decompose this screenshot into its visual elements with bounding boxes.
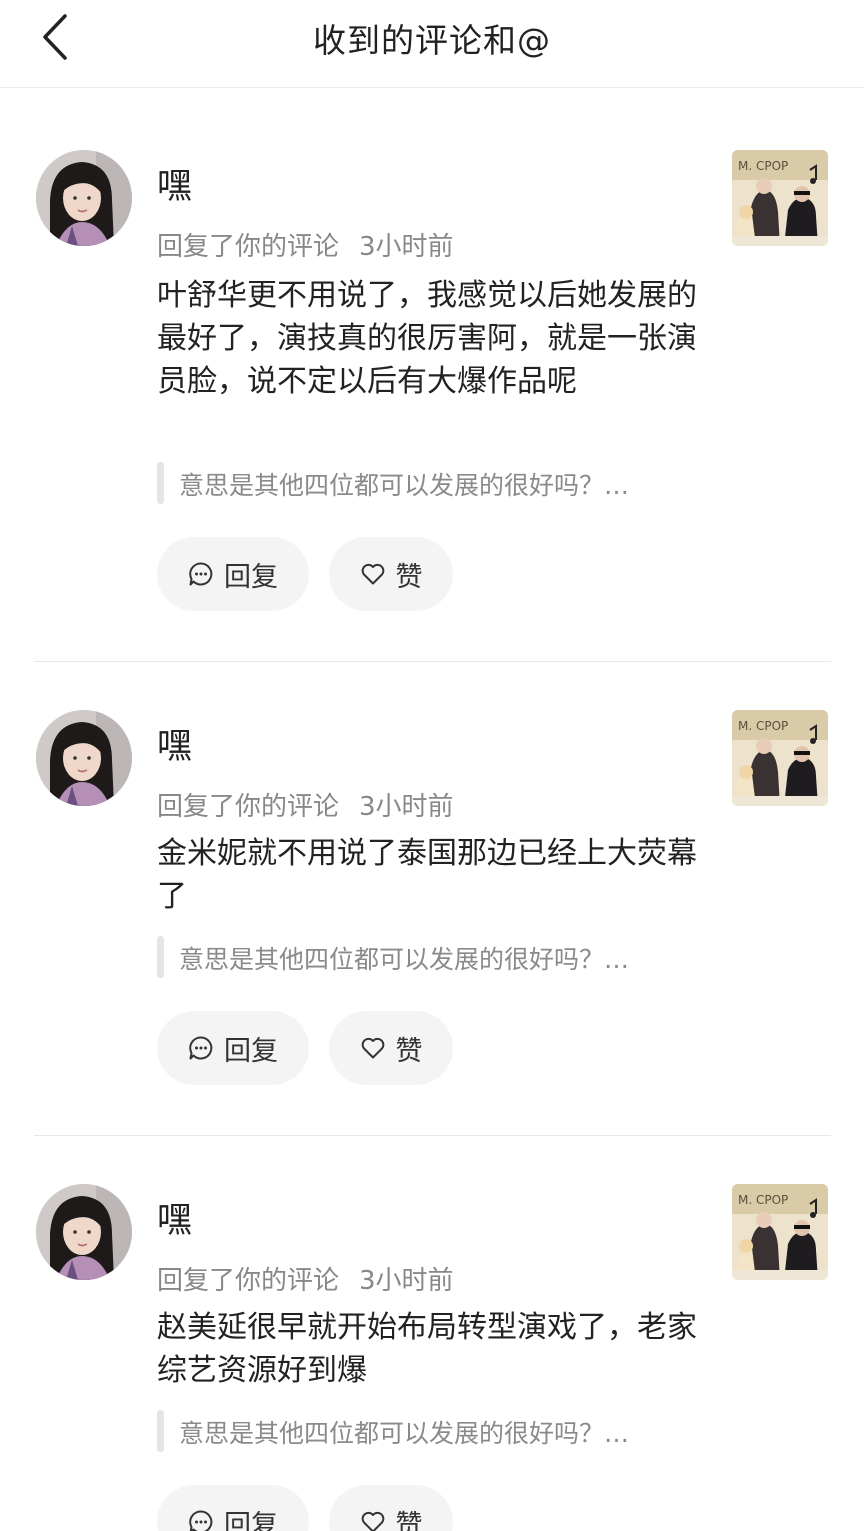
username[interactable]: 嘿 xyxy=(157,158,192,209)
post-thumbnail[interactable]: M. CPOP xyxy=(732,710,828,806)
comment-text[interactable]: 赵美延很早就开始布局转型演戏了，老家综艺资源好到爆 xyxy=(157,1306,702,1392)
like-button[interactable]: 赞 xyxy=(329,1485,453,1531)
quoted-comment[interactable]: 意思是其他四位都可以发展的很好吗？… xyxy=(157,462,717,504)
quoted-comment[interactable]: 意思是其他四位都可以发展的很好吗？… xyxy=(157,1410,717,1452)
svg-text:M. CPOP: M. CPOP xyxy=(738,719,788,733)
like-label: 赞 xyxy=(395,1509,423,1531)
comment-meta: 回复了你的评论 3小时前 xyxy=(157,226,454,263)
like-button[interactable]: 赞 xyxy=(329,1011,453,1085)
avatar[interactable] xyxy=(36,1184,132,1280)
quote-text: 意思是其他四位都可以发展的很好吗？… xyxy=(179,471,630,500)
timestamp: 3小时前 xyxy=(359,792,454,822)
svg-text:M. CPOP: M. CPOP xyxy=(738,159,788,173)
svg-text:M. CPOP: M. CPOP xyxy=(738,1193,788,1207)
quote-text: 意思是其他四位都可以发展的很好吗？… xyxy=(179,945,630,974)
reply-label: 回复 xyxy=(224,1509,278,1531)
comment-meta: 回复了你的评论 3小时前 xyxy=(157,1260,454,1297)
username[interactable]: 嘿 xyxy=(157,1192,192,1243)
like-label: 赞 xyxy=(395,561,423,593)
quote-bar xyxy=(157,936,164,978)
quote-bar xyxy=(157,1410,164,1452)
chat-bubble-icon xyxy=(188,1509,214,1531)
action-text: 回复了你的评论 xyxy=(157,1266,340,1296)
username[interactable]: 嘿 xyxy=(157,718,192,769)
like-label: 赞 xyxy=(395,1035,423,1067)
comment-meta: 回复了你的评论 3小时前 xyxy=(157,786,454,823)
quote-text: 意思是其他四位都可以发展的很好吗？… xyxy=(179,1419,630,1448)
timestamp: 3小时前 xyxy=(359,232,454,262)
quoted-comment[interactable]: 意思是其他四位都可以发展的很好吗？… xyxy=(157,936,717,978)
timestamp: 3小时前 xyxy=(359,1266,454,1296)
action-text: 回复了你的评论 xyxy=(157,792,340,822)
chat-bubble-icon xyxy=(188,561,214,587)
reply-button[interactable]: 回复 xyxy=(157,1485,309,1531)
chat-bubble-icon xyxy=(188,1035,214,1061)
avatar[interactable] xyxy=(36,150,132,246)
comment-text[interactable]: 叶舒华更不用说了，我感觉以后她发展的最好了，演技真的很厉害阿，就是一张演员脸，说… xyxy=(157,274,702,403)
divider xyxy=(34,661,831,662)
reply-button[interactable]: 回复 xyxy=(157,1011,309,1085)
heart-icon xyxy=(360,1036,386,1060)
heart-icon xyxy=(360,1510,386,1531)
comment-text[interactable]: 金米妮就不用说了泰国那边已经上大荧幕了 xyxy=(157,832,702,918)
reply-label: 回复 xyxy=(224,1035,278,1067)
like-button[interactable]: 赞 xyxy=(329,537,453,611)
post-thumbnail[interactable]: M. CPOP xyxy=(732,150,828,246)
divider xyxy=(34,1135,831,1136)
avatar[interactable] xyxy=(36,710,132,806)
page-title: 收到的评论和@ xyxy=(313,21,551,60)
reply-label: 回复 xyxy=(224,561,278,593)
top-bar: 收到的评论和@ xyxy=(0,0,864,88)
quote-bar xyxy=(157,462,164,504)
post-thumbnail[interactable]: M. CPOP xyxy=(732,1184,828,1280)
action-text: 回复了你的评论 xyxy=(157,232,340,262)
reply-button[interactable]: 回复 xyxy=(157,537,309,611)
heart-icon xyxy=(360,562,386,586)
